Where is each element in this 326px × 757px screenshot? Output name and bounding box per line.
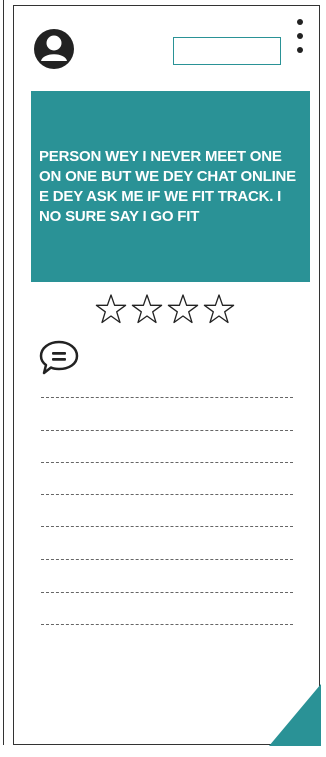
menu-dot [297, 33, 303, 39]
comment-placeholder-line [41, 430, 293, 431]
comment-placeholder-line [41, 624, 293, 625]
post-text: PERSON WEY I NEVER MEET ONE ON ONE BUT W… [39, 147, 296, 225]
star-outline-icon[interactable] [94, 293, 128, 327]
comment-placeholder-line [41, 559, 293, 560]
star-rating[interactable] [94, 293, 236, 333]
comment-placeholder-line [41, 526, 293, 527]
comment-placeholder-line [41, 494, 293, 495]
previous-panel-edge [0, 0, 4, 745]
phone-frame: PERSON WEY I NEVER MEET ONE ON ONE BUT W… [13, 5, 321, 746]
user-avatar-icon[interactable] [33, 28, 75, 70]
menu-dot [297, 19, 303, 25]
menu-dot [297, 47, 303, 53]
star-outline-icon[interactable] [202, 293, 236, 327]
post-card: PERSON WEY I NEVER MEET ONE ON ONE BUT W… [31, 91, 310, 282]
comment-placeholder-line [41, 462, 293, 463]
kebab-menu-icon[interactable] [295, 19, 305, 53]
comment-placeholder-line [41, 592, 293, 593]
comment-placeholder-line [41, 397, 293, 398]
star-outline-icon[interactable] [130, 293, 164, 327]
star-outline-icon[interactable] [166, 293, 200, 327]
header-input-field[interactable] [173, 37, 281, 65]
page-corner-fold [269, 684, 321, 746]
comment-bubble-icon[interactable] [35, 336, 83, 380]
